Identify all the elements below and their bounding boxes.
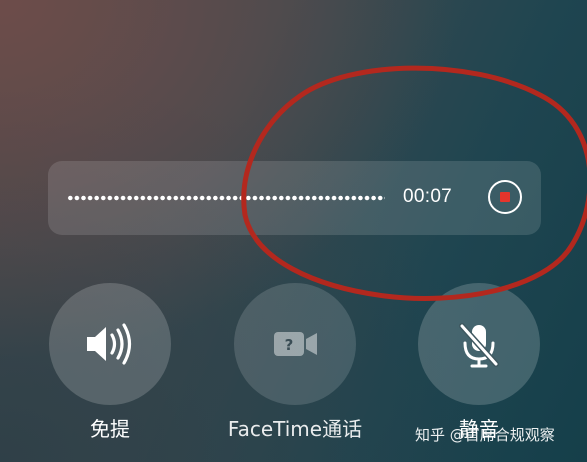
stop-square-icon [500, 192, 510, 202]
stop-recording-button[interactable] [488, 180, 522, 214]
speaker-icon [87, 323, 132, 365]
speaker-button[interactable] [49, 283, 171, 405]
facetime-button[interactable]: ? [234, 283, 356, 405]
watermark-text: 知乎 @首席合规观察 [415, 426, 555, 444]
mute-button[interactable] [418, 283, 540, 405]
speaker-label: 免提 [90, 417, 130, 441]
facetime-video-icon: ? [274, 332, 317, 356]
facetime-label: FaceTime通话 [227, 417, 363, 441]
mic-off-icon [459, 323, 499, 368]
svg-text:?: ? [285, 336, 294, 354]
recording-waveform [67, 195, 385, 201]
recording-timer: 00:07 [403, 186, 453, 207]
